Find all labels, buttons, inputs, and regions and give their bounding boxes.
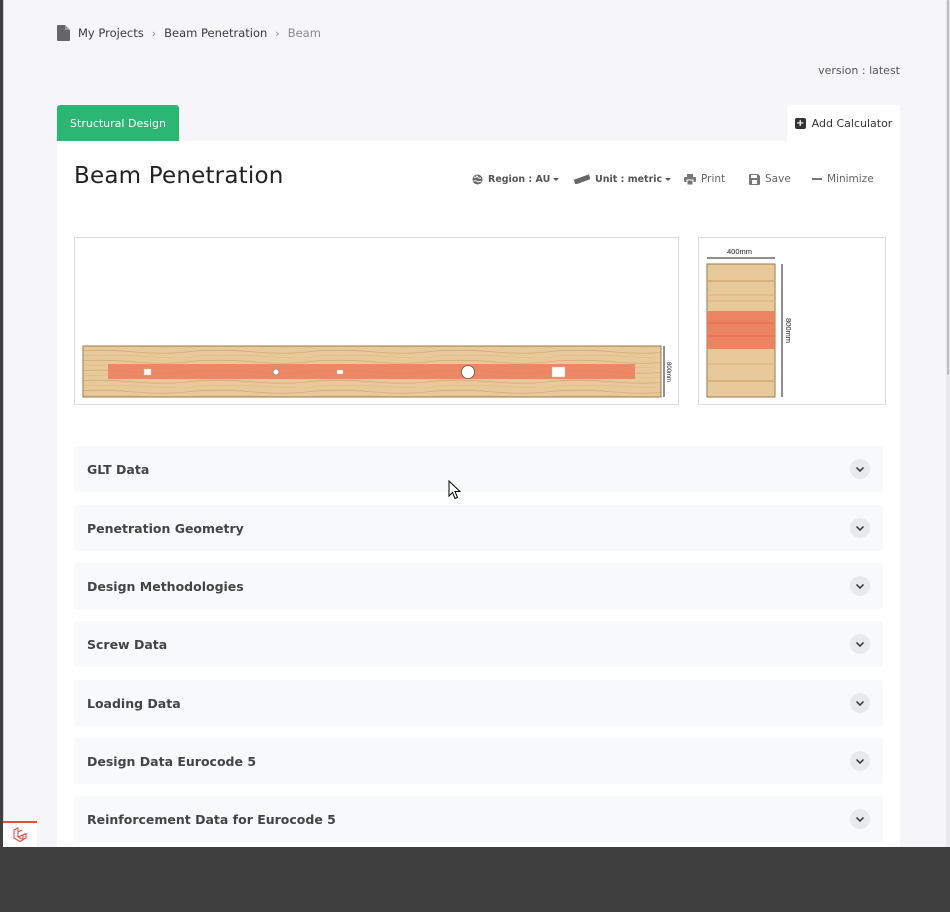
accordion-label: Penetration Geometry (87, 520, 244, 536)
tab-structural-design[interactable]: Structural Design (57, 105, 179, 141)
laravel-logo-icon (13, 827, 27, 843)
laravel-debug-button[interactable] (3, 821, 37, 847)
breadcrumb: My Projects › Beam Penetration › Beam (57, 25, 321, 41)
floppy-disk-icon (749, 173, 760, 185)
accordion-design-data-eurocode-5[interactable]: Design Data Eurocode 5 (74, 738, 883, 784)
region-label: Region : AU (488, 173, 551, 185)
chevron-down-icon[interactable] (850, 809, 870, 829)
penetration-circle-1 (272, 368, 280, 376)
breadcrumb-beam-penetration[interactable]: Beam Penetration (164, 26, 267, 40)
plus-square-icon: + (794, 117, 806, 129)
chevron-right-icon: › (151, 26, 157, 40)
printer-icon (684, 173, 696, 185)
browser-viewport: My Projects › Beam Penetration › Beam ve… (3, 0, 950, 847)
accordion-label: Screw Data (87, 636, 168, 652)
chevron-down-icon[interactable] (850, 751, 870, 771)
chevron-down-icon[interactable] (850, 459, 870, 479)
accordion-design-methodologies[interactable]: Design Methodologies (74, 563, 883, 609)
chevron-right-icon: › (275, 26, 280, 40)
save-label: Save (765, 173, 791, 185)
document-icon (57, 25, 70, 41)
caret-down-icon (553, 177, 560, 181)
unit-label: Unit : metric (595, 173, 663, 185)
accordion-screw-data[interactable]: Screw Data (74, 621, 883, 667)
beam-depth-label: 800mm (665, 362, 671, 382)
save-button[interactable]: Save (749, 171, 791, 187)
add-calculator-button[interactable]: + Add Calculator (787, 105, 900, 141)
chevron-down-icon[interactable] (850, 693, 870, 713)
minimize-button[interactable]: Minimize (812, 171, 874, 187)
vertical-scrollbar[interactable] (946, 0, 950, 847)
region-dropdown[interactable]: Region : AU (472, 171, 560, 187)
minus-icon (812, 178, 822, 180)
penetration-rect-1 (143, 368, 152, 376)
minimize-label: Minimize (827, 173, 874, 185)
scrollbar-thumb[interactable] (947, 0, 949, 375)
add-calculator-label: Add Calculator (811, 116, 893, 130)
print-button[interactable]: Print (684, 171, 725, 187)
cross-section-panel: 400mm 800mm (698, 237, 886, 405)
print-label: Print (701, 173, 726, 185)
version-label: version : latest (818, 64, 900, 77)
ruler-icon (574, 174, 590, 184)
beam-elevation-panel: 800mm (74, 237, 679, 405)
chevron-down-icon[interactable] (850, 576, 870, 596)
penetration-rect-3 (551, 366, 566, 378)
section-stress-zone (707, 311, 775, 349)
cross-section-drawing: 400mm 800mm (706, 247, 793, 398)
chevron-down-icon[interactable] (850, 634, 870, 654)
caret-down-icon (665, 177, 672, 181)
page-title: Beam Penetration (74, 163, 284, 189)
calculator-card: Beam Penetration Region : AU Unit : metr… (57, 141, 900, 847)
accordion-label: Design Methodologies (87, 578, 244, 594)
accordion-glt-data[interactable]: GLT Data (74, 446, 883, 492)
accordion-label: Design Data Eurocode 5 (87, 753, 257, 769)
penetration-rect-2 (336, 369, 344, 375)
mouse-cursor-icon (448, 480, 461, 500)
globe-icon (472, 174, 483, 184)
section-width-label: 400mm (727, 247, 752, 256)
accordion-reinforcement-data-eurocode-5[interactable]: Reinforcement Data for Eurocode 5 (74, 796, 883, 842)
accordion-label: GLT Data (87, 461, 150, 477)
chevron-down-icon[interactable] (850, 518, 870, 538)
section-depth-label: 800mm (784, 318, 793, 343)
beam-elevation-drawing: 800mm (82, 345, 671, 398)
breadcrumb-beam: Beam (287, 26, 321, 40)
accordion-label: Loading Data (87, 695, 181, 711)
accordion-label: Reinforcement Data for Eurocode 5 (87, 811, 336, 827)
accordion-penetration-geometry[interactable]: Penetration Geometry (74, 505, 883, 551)
unit-dropdown[interactable]: Unit : metric (574, 171, 672, 187)
penetration-circle-2 (461, 365, 475, 379)
breadcrumb-my-projects[interactable]: My Projects (78, 26, 144, 40)
accordion-loading-data[interactable]: Loading Data (74, 680, 883, 726)
